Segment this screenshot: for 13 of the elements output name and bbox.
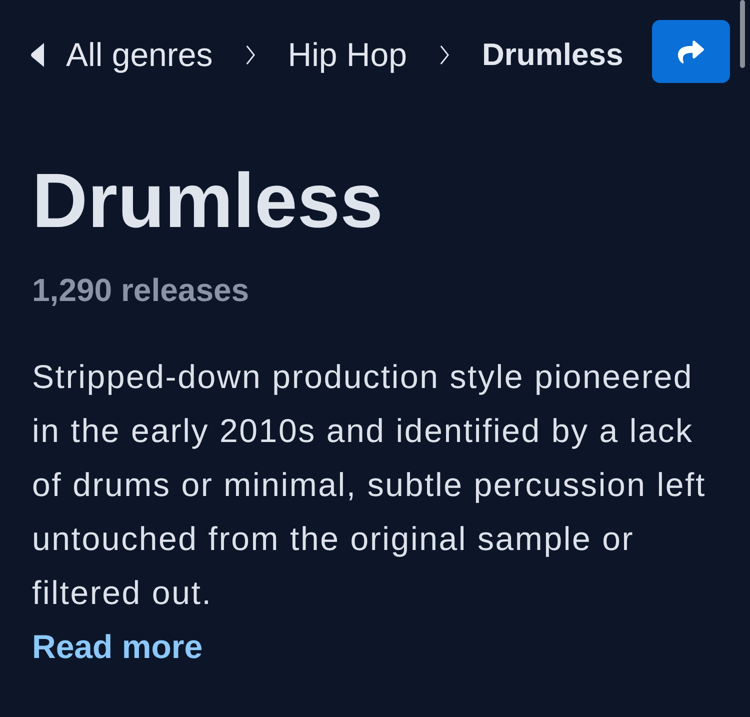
share-button[interactable] bbox=[652, 20, 730, 83]
release-count: 1,290 releases bbox=[32, 274, 250, 306]
share-icon bbox=[676, 38, 706, 64]
chevron-right-icon bbox=[440, 45, 449, 65]
breadcrumb-link[interactable]: Hip Hop bbox=[288, 30, 407, 80]
breadcrumb-link[interactable]: All genres bbox=[66, 30, 213, 80]
scrollbar-thumb[interactable] bbox=[740, 0, 745, 68]
page-title: Drumless bbox=[32, 163, 384, 240]
chevron-right-icon bbox=[246, 45, 255, 65]
back-caret-icon[interactable] bbox=[30, 43, 44, 67]
current-page-label: Drumless bbox=[482, 36, 624, 74]
genre-description: Stripped-down production style pioneered in the early 2010s and identified by a lack of drums or minimal, subtle percussion left untouched from the original sample or filtered out. bbox=[32, 357, 707, 613]
read-more-link[interactable]: Read more bbox=[32, 620, 203, 674]
